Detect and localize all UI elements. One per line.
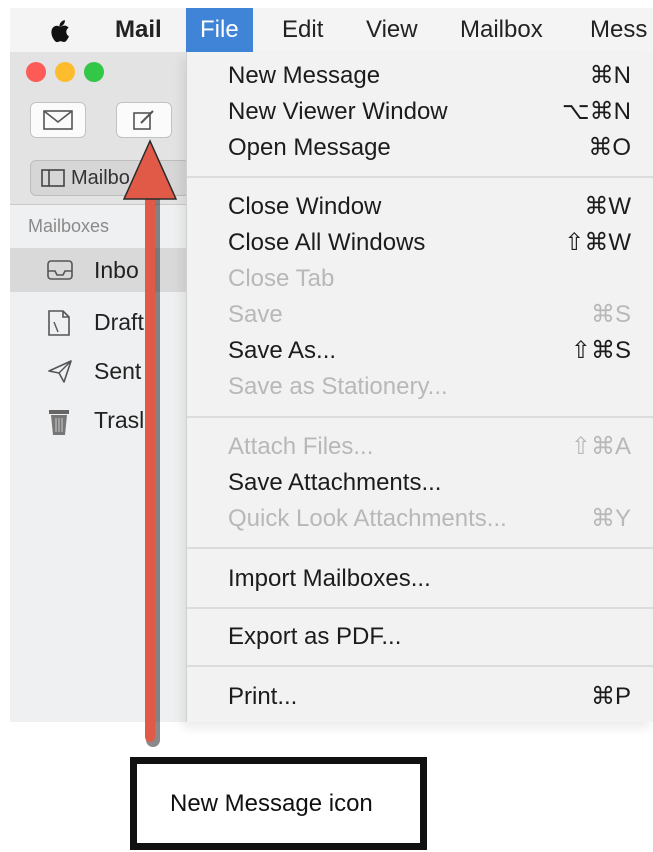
callout-box: New Message icon (130, 757, 427, 850)
annotation-arrow (122, 139, 178, 747)
arrow-head-icon (122, 139, 178, 200)
callout-text: New Message icon (170, 790, 373, 817)
